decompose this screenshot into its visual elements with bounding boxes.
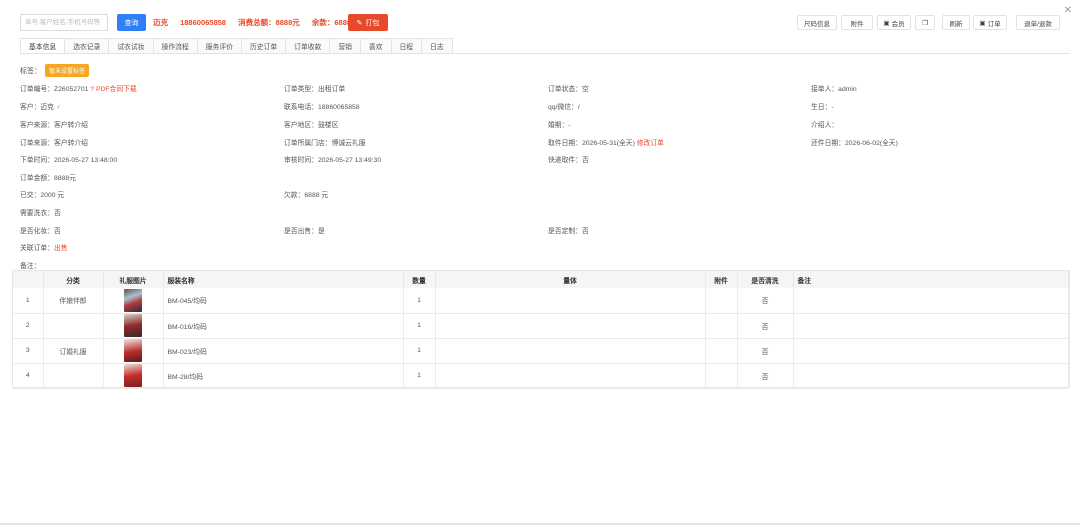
- wedding-date: 婚期：-: [548, 122, 571, 129]
- col-measure: 量体: [435, 271, 706, 288]
- customer-phone: 18860065858: [180, 18, 226, 27]
- customer: 客户：迈克 ♂: [20, 104, 61, 111]
- member-icon: ▣: [883, 19, 890, 27]
- return-date: 还件日期：2026-06-02(全天): [811, 140, 898, 147]
- col-category: 分类: [43, 271, 104, 288]
- tab-selection-record[interactable]: 选衣记录: [64, 38, 110, 53]
- table-row[interactable]: 2 BM-016/均码 1 否: [13, 313, 1069, 339]
- male-icon: ♂: [55, 104, 61, 111]
- tab-marketing[interactable]: 营销: [329, 38, 361, 53]
- tag-row: 标签： 暂未设置标签: [20, 64, 90, 77]
- customer-summary: 迈克 18860065858 消费总额：8888元 余款：6888: [153, 17, 361, 28]
- sell: 是否出售：是: [284, 228, 325, 235]
- order-amount: 订单金额：8888元: [20, 175, 76, 182]
- copy-button[interactable]: ❐: [915, 15, 935, 30]
- copy-icon: ❐: [922, 19, 928, 27]
- birthday: 生日：-: [811, 104, 834, 111]
- express-pickup: 快递取件：否: [548, 157, 589, 164]
- print-button[interactable]: ✎ 打包: [348, 14, 388, 31]
- query-button[interactable]: 查询: [117, 14, 146, 31]
- order-type: 订单类型：出租订单: [284, 86, 346, 93]
- col-qty: 数量: [403, 271, 436, 288]
- refund-button[interactable]: 退单/退款: [1016, 15, 1060, 30]
- tab-payments[interactable]: 订单收款: [285, 38, 331, 53]
- paid-amount: 已交：2000 元: [20, 192, 65, 199]
- col-remark: 备注: [793, 271, 1069, 288]
- customer-area: 客户地区：鼓楼区: [284, 122, 339, 129]
- makeup: 是否化妆：否: [20, 228, 61, 235]
- items-table: 分类 礼服图片 服装名称 数量 量体 附件 是否清洗 备注 1 伴娘伴郎 BM-…: [12, 270, 1070, 389]
- col-attachment: 附件: [705, 271, 738, 288]
- tab-basic-info[interactable]: 基本信息: [20, 38, 66, 53]
- close-icon[interactable]: ✕: [1064, 5, 1072, 16]
- custom: 是否定制：否: [548, 228, 589, 235]
- related-order-link[interactable]: 出售: [54, 245, 68, 252]
- tab-process[interactable]: 操作流程: [152, 38, 198, 53]
- tag-badge[interactable]: 暂未设置标签: [45, 64, 90, 77]
- customer-source: 客户来源：客户转介绍: [20, 122, 88, 129]
- total-spent: 消费总额：8888元: [238, 18, 300, 27]
- balance: 余款：6888: [311, 18, 352, 27]
- search-input[interactable]: [20, 14, 108, 31]
- refresh-button[interactable]: 刷新: [942, 15, 970, 30]
- help-icon: ?: [90, 86, 95, 93]
- tab-review[interactable]: 服务评价: [196, 38, 242, 53]
- col-name: 服装名称: [163, 271, 404, 288]
- phone: 联系电话：18860065858: [284, 104, 360, 111]
- order-status: 订单状态：空: [548, 86, 589, 93]
- table-row[interactable]: 4 BM-28/均码 1 否: [13, 363, 1069, 389]
- need-wash: 需要洗衣：否: [20, 210, 61, 217]
- modify-order-link[interactable]: 修改订单: [637, 140, 664, 147]
- order-number: 订单编号：Z26052701 ? PDF合同下载: [20, 86, 137, 93]
- owed-amount: 欠款：6888 元: [284, 192, 329, 199]
- pdf-contract-link[interactable]: PDF合同下载: [96, 86, 137, 93]
- dress-image[interactable]: [124, 364, 142, 387]
- tab-favorites[interactable]: 喜欢: [359, 38, 392, 53]
- col-wash: 是否清洗: [737, 271, 794, 288]
- tag-label: 标签：: [20, 67, 41, 75]
- qq-wechat: qq/微信：/: [548, 104, 580, 111]
- table-header: 分类 礼服图片 服装名称 数量 量体 附件 是否清洗 备注: [13, 271, 1069, 288]
- dress-image[interactable]: [124, 288, 142, 312]
- order-source: 订单来源：客户转介绍: [20, 140, 88, 147]
- referrer: 介绍人：: [811, 122, 839, 129]
- col-index: [13, 271, 44, 288]
- size-info-button[interactable]: 尺码信息: [797, 15, 837, 30]
- pickup-date: 取件日期：2026-05-31(全天) 修改订单: [548, 140, 664, 147]
- attachment-button[interactable]: 附件: [841, 15, 873, 30]
- remark: 备注：: [20, 263, 41, 270]
- order-button[interactable]: ▣ 订单: [973, 15, 1007, 30]
- order-icon: ▣: [979, 19, 986, 27]
- tab-bar: 基本信息 选衣记录 试衣试妆 操作流程 服务评价 历史订单 订单收款 营销 喜欢…: [20, 38, 1070, 54]
- store: 订单所属门店：博诚云礼服: [284, 140, 366, 147]
- table-row[interactable]: 1 伴娘伴郎 BM-045/均码 1 否: [13, 288, 1069, 314]
- customer-name: 迈克: [153, 18, 168, 27]
- pencil-icon: ✎: [356, 19, 363, 27]
- dress-image[interactable]: [124, 314, 142, 337]
- tab-schedule[interactable]: 日程: [390, 38, 423, 53]
- tab-fitting[interactable]: 试衣试妆: [108, 38, 154, 53]
- review-time: 审核时间：2026-05-27 13:49:30: [284, 157, 382, 164]
- related-order: 关联订单：出售: [20, 245, 68, 252]
- order-time: 下单时间：2026-05-27 13:48:00: [20, 157, 118, 164]
- col-image: 礼服图片: [103, 271, 164, 288]
- tab-log[interactable]: 日志: [421, 38, 453, 53]
- table-row[interactable]: 3 订婚礼服 BM-023/均码 1 否: [13, 338, 1069, 364]
- tab-history-orders[interactable]: 历史订单: [240, 38, 287, 53]
- receiver: 接单人：admin: [811, 86, 857, 93]
- dress-image[interactable]: [124, 339, 142, 362]
- member-button[interactable]: ▣ 会员: [877, 15, 911, 30]
